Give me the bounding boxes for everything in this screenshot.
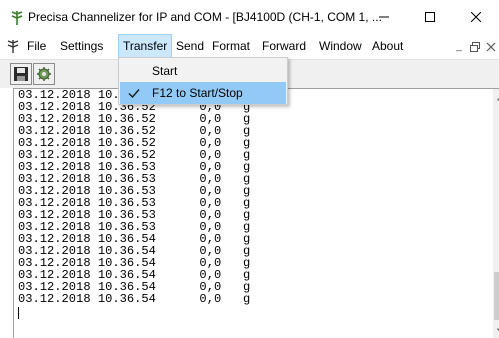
window-title: Precisa Channelizer for IP and COM - [BJ…	[28, 10, 382, 24]
log-textarea[interactable]: 03.12.2018 10.36.52 0,0 g03.12.2018 10.3…	[13, 88, 499, 338]
maximize-button[interactable]	[407, 0, 453, 34]
save-icon	[14, 67, 28, 81]
system-menu-icon[interactable]	[7, 39, 19, 53]
menu-item-f12-label: F12 to Start/Stop	[152, 86, 243, 100]
title-bar[interactable]: Precisa Channelizer for IP and COM - [BJ…	[0, 0, 499, 34]
maximize-icon	[425, 12, 435, 22]
menu-file[interactable]: File	[23, 34, 50, 59]
menu-forward[interactable]: Forward	[258, 34, 310, 59]
menu-item-start-label: Start	[152, 64, 178, 78]
vertical-scrollbar[interactable]	[493, 89, 499, 338]
menu-send[interactable]: Send	[172, 34, 208, 59]
settings-button[interactable]	[33, 63, 55, 85]
menu-item-f12-start-stop[interactable]: F12 to Start/Stop	[120, 82, 286, 104]
menu-transfer[interactable]: Transfer	[118, 34, 173, 59]
transfer-dropdown-menu: Start F12 to Start/Stop	[118, 57, 288, 105]
close-icon	[471, 12, 481, 22]
mdi-minimize-button[interactable]: _	[452, 40, 466, 54]
checkmark-icon	[128, 89, 140, 99]
close-button[interactable]	[453, 0, 499, 34]
scroll-down-button[interactable]	[493, 322, 499, 338]
menu-settings[interactable]: Settings	[56, 34, 107, 59]
mdi-close-icon[interactable]	[484, 40, 498, 54]
log-lines: 03.12.2018 10.36.52 0,0 g03.12.2018 10.3…	[18, 89, 250, 305]
app-plant-icon	[11, 11, 23, 25]
save-button[interactable]	[10, 63, 32, 85]
scroll-thumb[interactable]	[494, 272, 499, 320]
minimize-button[interactable]	[361, 0, 407, 34]
mdi-restore-icon[interactable]	[468, 40, 482, 54]
menu-format[interactable]: Format	[208, 34, 254, 59]
menu-bar: File Settings Transfer Send Format Forwa…	[0, 34, 499, 59]
settings-gear-icon	[37, 67, 51, 81]
text-caret	[18, 307, 19, 319]
log-line: 03.12.2018 10.36.54 0,0 g	[18, 292, 251, 306]
menu-item-start[interactable]: Start	[120, 60, 286, 82]
menu-window[interactable]: Window	[315, 34, 366, 59]
scroll-up-button[interactable]	[493, 89, 499, 106]
menu-about[interactable]: About	[368, 34, 407, 59]
minimize-icon	[379, 16, 389, 18]
